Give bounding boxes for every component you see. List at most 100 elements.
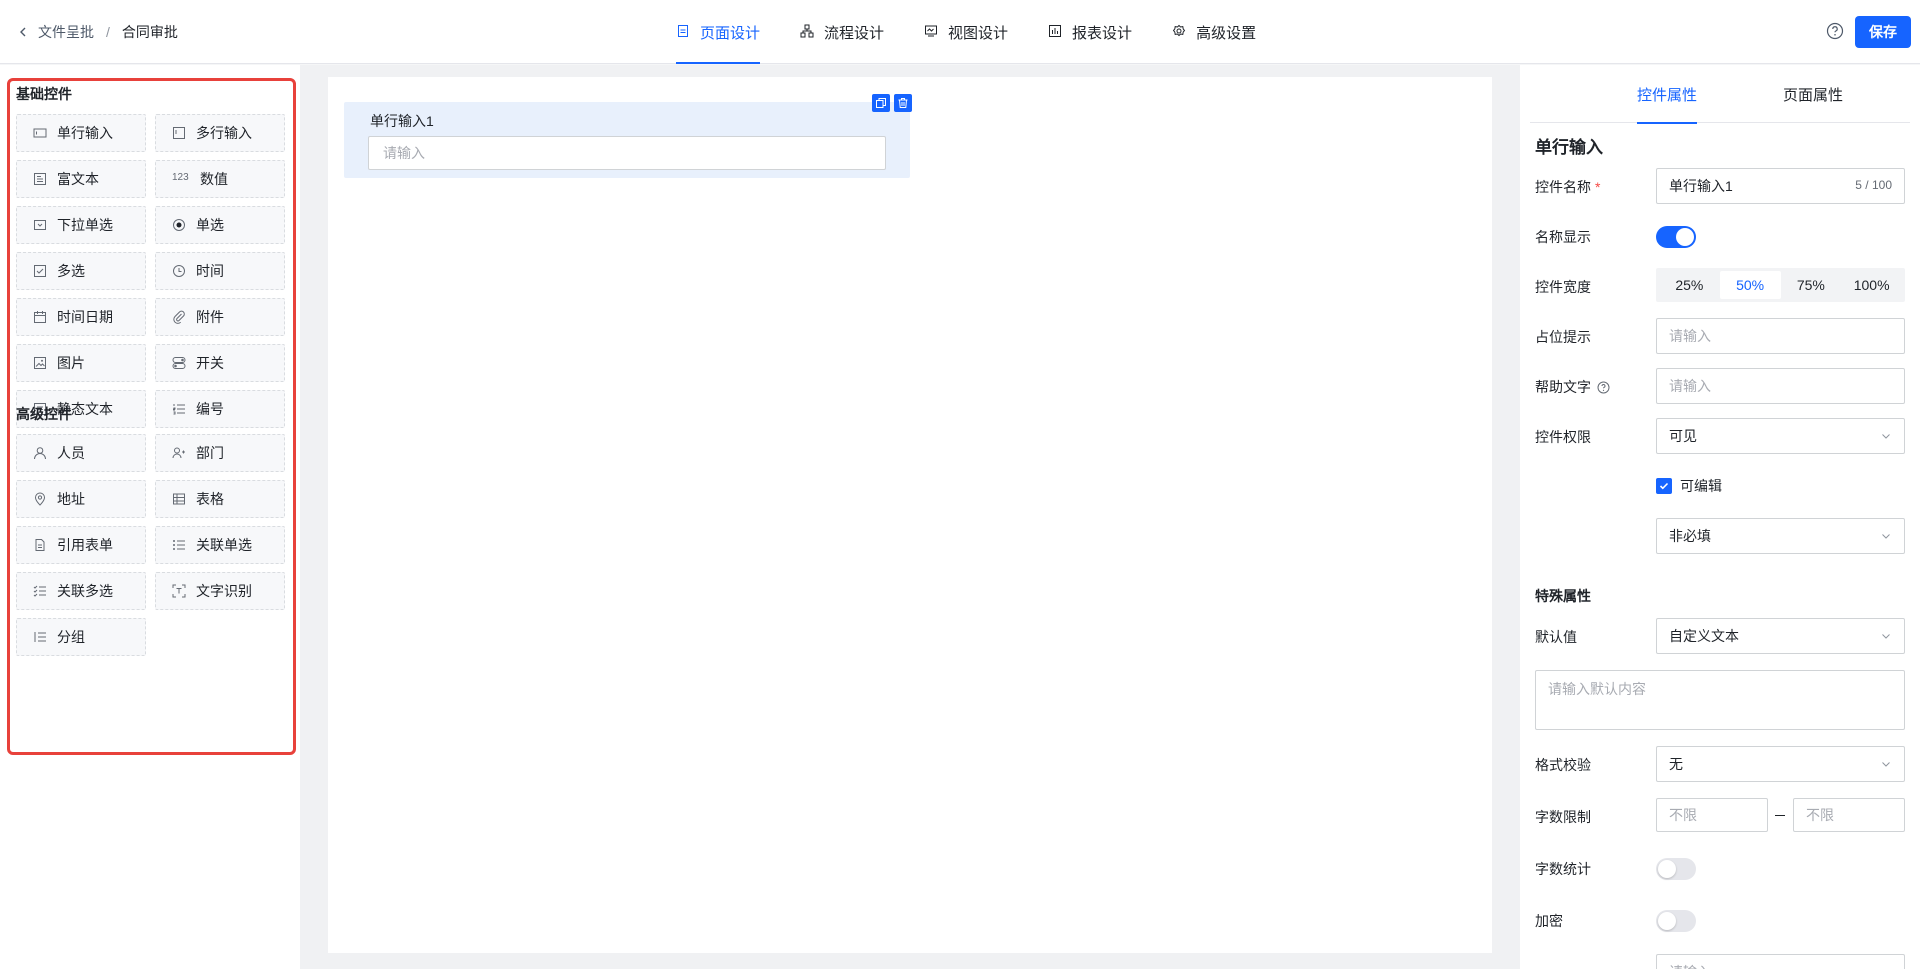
save-button[interactable]: 保存 (1855, 16, 1911, 48)
tab-label: 报表设计 (1072, 24, 1133, 42)
control-ocr[interactable]: 文字识别 (155, 572, 285, 610)
control-number[interactable]: 123 数值 (155, 160, 285, 198)
person-icon (33, 446, 47, 460)
toggle-knob (1658, 912, 1676, 930)
control-label: 关联多选 (57, 583, 113, 599)
control-attachment[interactable]: 附件 (155, 298, 285, 336)
control-switch[interactable]: 开关 (155, 344, 285, 382)
required-value: 非必填 (1669, 528, 1711, 544)
control-table[interactable]: 表格 (155, 480, 285, 518)
control-rich-text[interactable]: 富文本 (16, 160, 146, 198)
control-multi-select[interactable]: 多选 (16, 252, 146, 290)
control-group[interactable]: 分组 (16, 618, 146, 656)
control-datetime[interactable]: 时间日期 (16, 298, 146, 336)
delete-icon[interactable] (894, 94, 912, 112)
tab-page-properties[interactable]: 页面属性 (1783, 65, 1843, 123)
properties-tabs: 控件属性 页面属性 (1530, 65, 1910, 124)
advanced-title-text: 高级控件 (16, 406, 72, 422)
control-linked-multi[interactable]: 关联多选 (16, 572, 146, 610)
copy-icon[interactable] (872, 94, 890, 112)
control-name-input[interactable]: 单行输入1 5 / 100 (1656, 168, 1905, 204)
control-label: 单选 (196, 217, 224, 233)
paperclip-icon (172, 310, 186, 324)
default-content-textarea[interactable] (1535, 670, 1905, 730)
placeholder-input[interactable] (1656, 318, 1905, 354)
back-arrow-icon[interactable] (14, 23, 32, 41)
control-image[interactable]: 图片 (16, 344, 146, 382)
control-multi-line-input[interactable]: 多行输入 (155, 114, 285, 152)
control-single-line-input[interactable]: 单行输入 (16, 114, 146, 152)
gear-icon (1172, 24, 1188, 40)
field-input-preview[interactable] (368, 136, 886, 170)
show-name-toggle[interactable] (1656, 226, 1696, 248)
single-line-icon (33, 126, 47, 140)
width-option-75[interactable]: 75% (1781, 271, 1842, 299)
control-label: 单行输入 (57, 125, 113, 141)
permission-select[interactable]: 可见 (1656, 418, 1905, 454)
tab-flow-design[interactable]: 流程设计 (800, 0, 884, 64)
permission-label: 控件权限 (1535, 429, 1591, 445)
control-linked-single[interactable]: 关联单选 (155, 526, 285, 564)
tab-view-design[interactable]: 视图设计 (924, 0, 1008, 64)
document-icon (33, 538, 47, 552)
tab-report-design[interactable]: 报表设计 (1048, 0, 1132, 64)
help-icon[interactable] (1826, 22, 1846, 42)
encrypt-label: 加密 (1535, 913, 1563, 929)
control-serial-number[interactable]: 编号 (155, 390, 285, 428)
location-icon (33, 492, 47, 506)
breadcrumb-separator: / (106, 24, 110, 40)
scan-text-icon (172, 584, 186, 598)
rich-text-icon (33, 172, 47, 186)
length-max-input[interactable] (1793, 798, 1905, 832)
control-palette-highlight: 基础控件 单行输入 多行输入 富文本 123 数值 下拉单选 单选 多选 时间 … (7, 78, 296, 755)
char-count-toggle[interactable] (1656, 858, 1696, 880)
control-time[interactable]: 时间 (155, 252, 285, 290)
special-properties-title: 特殊属性 (1535, 588, 1591, 604)
tab-page-design[interactable]: 页面设计 (676, 0, 761, 64)
breadcrumb-parent[interactable]: 文件呈批 (38, 22, 94, 42)
format-check-select[interactable]: 无 (1656, 746, 1905, 782)
control-dropdown-single[interactable]: 下拉单选 (16, 206, 146, 244)
tab-label: 页面设计 (700, 24, 761, 42)
default-value-select[interactable]: 自定义文本 (1656, 618, 1905, 654)
basic-controls-title: 基础控件 (16, 86, 72, 102)
length-min-input[interactable] (1656, 798, 1768, 832)
clock-icon (172, 264, 186, 278)
encrypt-toggle[interactable] (1656, 910, 1696, 932)
width-option-50[interactable]: 50% (1719, 271, 1781, 299)
switch-icon (172, 356, 186, 370)
control-address[interactable]: 地址 (16, 480, 146, 518)
editable-checkbox[interactable]: 可编辑 (1656, 476, 1722, 496)
control-radio[interactable]: 单选 (155, 206, 285, 244)
checklist-icon (33, 584, 47, 598)
width-option-25[interactable]: 25% (1659, 271, 1720, 299)
control-label: 关联单选 (196, 537, 252, 553)
length-limit-label: 字数限制 (1535, 809, 1591, 825)
control-department[interactable]: 部门 (155, 434, 285, 472)
help-text-label: 帮助文字 (1535, 377, 1610, 397)
control-reference-form[interactable]: 引用表单 (16, 526, 146, 564)
checkmark-icon (1656, 478, 1672, 494)
number-icon: 123 (172, 172, 189, 183)
question-icon[interactable] (1597, 381, 1610, 394)
form-canvas[interactable]: 单行输入1 (328, 77, 1492, 953)
control-person[interactable]: 人员 (16, 434, 146, 472)
control-label: 人员 (57, 445, 85, 461)
help-text-input[interactable] (1656, 368, 1905, 404)
name-label: 控件名称 * (1535, 177, 1600, 197)
control-palette-panel: 基础控件 单行输入 多行输入 富文本 123 数值 下拉单选 单选 多选 时间 … (0, 65, 300, 969)
tab-advanced-settings[interactable]: 高级设置 (1172, 0, 1256, 64)
bottom-cutoff-input[interactable] (1656, 954, 1905, 969)
control-label: 地址 (57, 491, 85, 507)
calendar-icon (33, 310, 47, 324)
width-option-100[interactable]: 100% (1841, 271, 1902, 299)
name-label-text: 控件名称 (1535, 179, 1591, 195)
control-label: 时间 (196, 263, 224, 279)
list-icon (172, 538, 186, 552)
required-select[interactable]: 非必填 (1656, 518, 1905, 554)
control-label: 图片 (57, 355, 85, 371)
tab-control-properties[interactable]: 控件属性 (1637, 65, 1698, 124)
editable-label: 可编辑 (1680, 478, 1722, 494)
selected-field-card[interactable]: 单行输入1 (344, 94, 912, 178)
chevron-down-icon (1882, 762, 1890, 767)
